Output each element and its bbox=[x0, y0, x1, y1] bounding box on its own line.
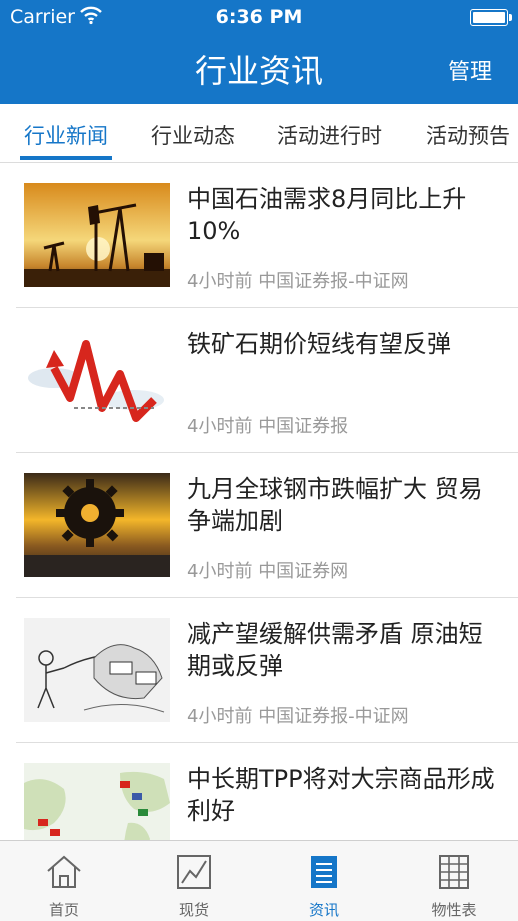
news-item[interactable]: 铁矿石期价短线有望反弹 4小时前 中国证券报 bbox=[0, 308, 518, 453]
news-title: 中长期TPP将对大宗商品形成利好 bbox=[187, 765, 495, 825]
bottom-tab-bar: 首页 现货 资讯 物性表 bbox=[0, 840, 518, 921]
tabbar-label: 首页 bbox=[48, 901, 79, 919]
tab-event-preview[interactable]: 活动预告 bbox=[426, 120, 510, 150]
home-icon bbox=[45, 853, 83, 891]
tab-industry-news[interactable]: 行业新闻 bbox=[24, 120, 108, 150]
news-item[interactable]: 中长期TPP将对大宗商品形成利好 bbox=[0, 743, 518, 840]
chart-icon bbox=[175, 853, 213, 891]
tabbar-label: 资讯 bbox=[308, 901, 339, 919]
header: Carrier 6:36 PM 行业资讯 管理 bbox=[0, 0, 518, 104]
category-tabs: 行业新闻 行业动态 活动进行时 活动预告 bbox=[0, 104, 518, 163]
news-title: 减产望缓解供需矛盾 原油短期或反弹 bbox=[187, 620, 483, 680]
news-time: 4小时前 bbox=[187, 561, 253, 582]
news-list: 中国石油需求8月同比上升10% 4小时前 中国证券报-中证网 铁矿石期价短线有望… bbox=[0, 163, 518, 840]
status-bar: Carrier 6:36 PM bbox=[0, 0, 518, 34]
oil-pumpjack-image bbox=[24, 183, 170, 287]
red-trend-arrow-image bbox=[24, 328, 170, 432]
news-time: 4小时前 bbox=[187, 271, 253, 292]
tabbar-property-table[interactable]: 物性表 bbox=[404, 841, 504, 921]
gear-image bbox=[24, 473, 170, 577]
tab-ongoing-events[interactable]: 活动进行时 bbox=[277, 120, 382, 150]
news-meta: 4小时前 中国证券报-中证网 bbox=[187, 267, 409, 293]
tab-industry-trends[interactable]: 行业动态 bbox=[151, 120, 235, 150]
news-source: 中国证券报-中证网 bbox=[258, 706, 409, 727]
news-meta: 4小时前 中国证券报 bbox=[187, 412, 348, 438]
table-icon bbox=[435, 853, 473, 891]
battery-icon bbox=[470, 9, 512, 26]
tabbar-spot[interactable]: 现货 bbox=[144, 841, 244, 921]
news-icon bbox=[305, 853, 343, 891]
news-title: 中国石油需求8月同比上升10% bbox=[187, 185, 467, 245]
cartoon-image bbox=[24, 618, 170, 722]
news-title: 铁矿石期价短线有望反弹 bbox=[187, 330, 451, 358]
news-time: 4小时前 bbox=[187, 706, 253, 727]
active-tab-indicator bbox=[20, 156, 112, 160]
tabbar-label: 现货 bbox=[178, 901, 209, 919]
tabbar-label: 物性表 bbox=[431, 901, 477, 919]
news-item[interactable]: 中国石油需求8月同比上升10% 4小时前 中国证券报-中证网 bbox=[0, 163, 518, 308]
news-item[interactable]: 九月全球钢市跌幅扩大 贸易争端加剧 4小时前 中国证券网 bbox=[0, 453, 518, 598]
tpp-map-image bbox=[24, 763, 170, 840]
news-item[interactable]: 减产望缓解供需矛盾 原油短期或反弹 4小时前 中国证券报-中证网 bbox=[0, 598, 518, 743]
status-time: 6:36 PM bbox=[215, 6, 303, 28]
page-title: 行业资讯 bbox=[194, 52, 323, 90]
news-source: 中国证券报-中证网 bbox=[258, 271, 409, 292]
news-source: 中国证券报 bbox=[258, 416, 349, 437]
tabbar-home[interactable]: 首页 bbox=[14, 841, 114, 921]
news-source: 中国证券网 bbox=[258, 561, 349, 582]
manage-button[interactable]: 管理 bbox=[448, 54, 492, 86]
news-time: 4小时前 bbox=[187, 416, 253, 437]
news-meta: 4小时前 中国证券报-中证网 bbox=[187, 702, 409, 728]
news-meta: 4小时前 中国证券网 bbox=[187, 557, 348, 583]
news-title: 九月全球钢市跌幅扩大 贸易争端加剧 bbox=[187, 475, 483, 535]
tabbar-news[interactable]: 资讯 bbox=[274, 841, 374, 921]
